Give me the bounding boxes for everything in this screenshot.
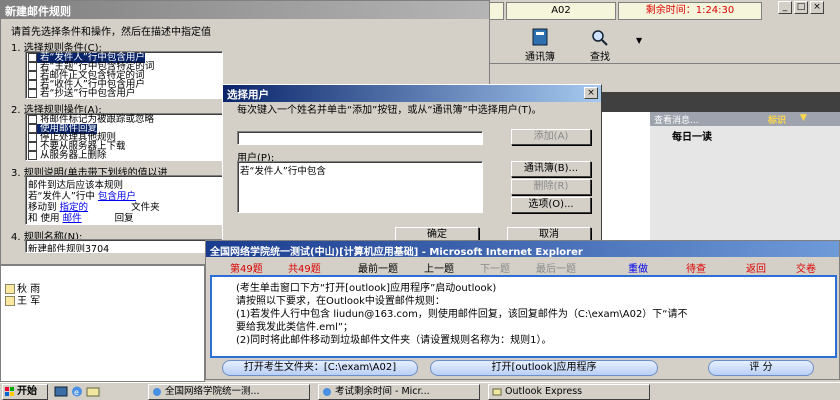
daily-read-heading: 每日一读 xyxy=(672,132,712,143)
add-button[interactable]: 添加(A) xyxy=(511,129,591,145)
find-tool-label: 查找 xyxy=(590,52,610,63)
next-question-button[interactable]: 下一题 xyxy=(480,260,510,275)
checkbox-icon[interactable] xyxy=(28,151,37,160)
checkbox-icon[interactable] xyxy=(28,80,37,89)
svg-text:e: e xyxy=(74,388,79,397)
desc-text: 文件夹 xyxy=(131,202,160,213)
rule-instruction: 请首先选择条件和操作，然后在描述中指定值 xyxy=(11,27,211,38)
start-button[interactable]: 开始 xyxy=(2,384,48,400)
rule-name-input[interactable]: 新建邮件规则3704 xyxy=(25,239,223,253)
exam-window: 全国网络学院统一测试(中山)[计算机应用基础] - Microsoft Inte… xyxy=(205,240,840,380)
checkbox-checked-icon[interactable]: ✓ xyxy=(28,124,37,133)
desc-line-1: 邮件到达后应该本规则 xyxy=(28,180,124,191)
user-name-input[interactable] xyxy=(237,131,483,145)
conditions-list: ✓ 若“发件人”行中包含用户 若“主题”行中包含特定的词 若邮件正文包含特定的词 … xyxy=(25,51,223,99)
submit-button[interactable]: 交卷 xyxy=(796,260,816,275)
actions-list: 将邮件标记为被跟踪或忽略 ✓ 使用邮件回复 停止处理其他规则 不要从服务器上下载 … xyxy=(25,113,223,161)
find-dropdown-icon[interactable]: ▼ xyxy=(636,36,642,45)
mail-link[interactable]: 邮件 xyxy=(63,213,82,224)
identity-dropdown-icon[interactable]: ▼ xyxy=(800,113,807,123)
delete-button[interactable]: 删除(R) xyxy=(511,179,591,195)
find-tool-button[interactable]: 查找 xyxy=(570,28,630,63)
outlook-nav-bar: 查看消息... 标识 ▼ xyxy=(650,112,840,126)
select-user-instruction: 每次键入一个姓名并单击“添加”按钮，或从“通讯簿”中选择用户(T)。 xyxy=(237,105,542,116)
ie-quicklaunch-icon[interactable]: e xyxy=(70,385,84,398)
find-icon xyxy=(592,30,608,46)
back-button[interactable]: 返回 xyxy=(746,260,766,275)
taskbar: 开始 e 全国网络学院统一测... 考试剩余时间 - Micr... Outlo… xyxy=(0,382,840,400)
start-label: 开始 xyxy=(17,386,37,397)
desc-line-4: 和 使用 邮件 回复 xyxy=(28,210,220,224)
close-icon[interactable]: × xyxy=(584,87,598,99)
exam-bottom-bar: 打开考生文件夹：[C:\exam\A02] 打开[outlook]应用程序 评 … xyxy=(210,358,837,378)
first-question-button[interactable]: 最前一题 xyxy=(358,260,398,275)
close-icon[interactable]: × xyxy=(810,1,824,14)
condition-label: 若“抄送”行中包含用户 xyxy=(40,88,136,99)
exam-window-title: 全国网络学院统一测试(中山)[计算机应用基础] - Microsoft Inte… xyxy=(206,241,839,257)
score-button[interactable]: 评 分 xyxy=(708,360,814,376)
desc-text: 和 使用 xyxy=(28,213,60,224)
contact-item[interactable]: 王 军 xyxy=(5,292,40,307)
restore-icon[interactable]: □ xyxy=(794,1,808,14)
desc-line-2: 若“发件人”行中 包含用户 xyxy=(28,188,220,202)
checkbox-checked-icon[interactable]: ✓ xyxy=(28,53,37,62)
pending-button[interactable]: 待查 xyxy=(686,260,706,275)
last-question-button[interactable]: 最后一题 xyxy=(536,260,576,275)
desc-text: 回复 xyxy=(114,213,134,224)
rule-description-box: 邮件到达后应该本规则 若“发件人”行中 包含用户 移动到 指定的 文件夹 和 使… xyxy=(25,175,223,225)
checkbox-icon[interactable] xyxy=(28,133,37,142)
contact-icon xyxy=(5,296,15,306)
redo-button[interactable]: 重做 xyxy=(628,260,648,275)
identity-menu[interactable]: 标识 xyxy=(768,113,786,126)
exam-nav-bar: 第49题 共49题 最前一题 上一题 下一题 最后一题 重做 待查 返回 交卷 xyxy=(210,259,837,275)
question-code-2: A02 xyxy=(506,2,616,20)
address-book-icon xyxy=(532,28,548,46)
addressbook-tool-label: 通讯簿 xyxy=(525,52,555,63)
select-user-dialog: 选择用户 × 每次键入一个姓名并单击“添加”按钮，或从“通讯簿”中选择用户(T)… xyxy=(222,84,602,249)
condition-item[interactable]: 若“抄送”行中包含用户 xyxy=(28,89,135,99)
checkbox-icon[interactable] xyxy=(28,115,37,124)
taskbar-item-label: Outlook Express xyxy=(505,386,583,397)
taskbar-item-label: 考试剩余时间 - Micr... xyxy=(335,386,430,397)
taskbar-item-outlook[interactable]: Outlook Express xyxy=(488,384,650,400)
contact-name: 王 军 xyxy=(17,296,41,307)
question-line: (2)同时将此邮件移动到垃圾邮件文件夹（请设置规则名称为：规则1）。 xyxy=(236,335,552,346)
taskbar-item-label: 全国网络学院统一测... xyxy=(165,386,260,397)
ie-icon xyxy=(323,388,331,396)
action-item[interactable]: 从服务器上删除 xyxy=(28,151,107,161)
users-list[interactable]: 若“发件人”行中包含 xyxy=(237,161,483,213)
options-button[interactable]: 选项(O)... xyxy=(511,197,591,213)
minimize-icon[interactable]: _ xyxy=(778,1,792,14)
open-folder-button[interactable]: 打开考生文件夹：[C:\exam\A02] xyxy=(222,360,418,376)
ie-icon xyxy=(153,388,161,396)
checkbox-icon[interactable] xyxy=(28,62,37,71)
exam-question-body: (考生单击窗口下方“打开[outlook]应用程序”启动outlook) 请按照… xyxy=(210,275,837,358)
desc-line-3: 移动到 指定的 文件夹 xyxy=(28,199,220,213)
remaining-time: 剩余时间：1:24:30 xyxy=(618,2,762,20)
windows-logo-icon xyxy=(5,387,14,396)
action-label: 从服务器上删除 xyxy=(40,150,107,161)
checkbox-icon[interactable] xyxy=(28,71,37,80)
window-controls: _ □ × xyxy=(770,0,840,16)
view-messages-link[interactable]: 查看消息... xyxy=(654,113,699,126)
prev-question-button[interactable]: 上一题 xyxy=(424,260,454,275)
taskbar-item-exam[interactable]: 全国网络学院统一测... xyxy=(148,384,310,400)
addressbook-tool-button[interactable]: 通讯簿 xyxy=(510,28,570,63)
contacts-pane: 秋 雨 王 军 xyxy=(0,265,205,382)
outlook-icon xyxy=(492,388,502,396)
outlook-toolbar: 通讯簿 查找 ▼ xyxy=(490,22,840,64)
desktop-quicklaunch-icon[interactable] xyxy=(54,385,68,398)
taskbar-item-timer[interactable]: 考试剩余时间 - Micr... xyxy=(318,384,480,400)
current-question: 第49题 xyxy=(230,264,263,275)
total-questions: 共49题 xyxy=(288,264,321,275)
checkbox-icon[interactable] xyxy=(28,142,37,151)
rule-dialog-title: 新建邮件规则 xyxy=(1,1,489,19)
outlook-quicklaunch-icon[interactable] xyxy=(86,385,100,398)
address-book-button[interactable]: 通讯簿(B)... xyxy=(511,161,591,177)
checkbox-icon[interactable] xyxy=(28,89,37,98)
select-user-title: 选择用户 xyxy=(223,85,601,102)
open-app-button[interactable]: 打开[outlook]应用程序 xyxy=(430,360,658,376)
